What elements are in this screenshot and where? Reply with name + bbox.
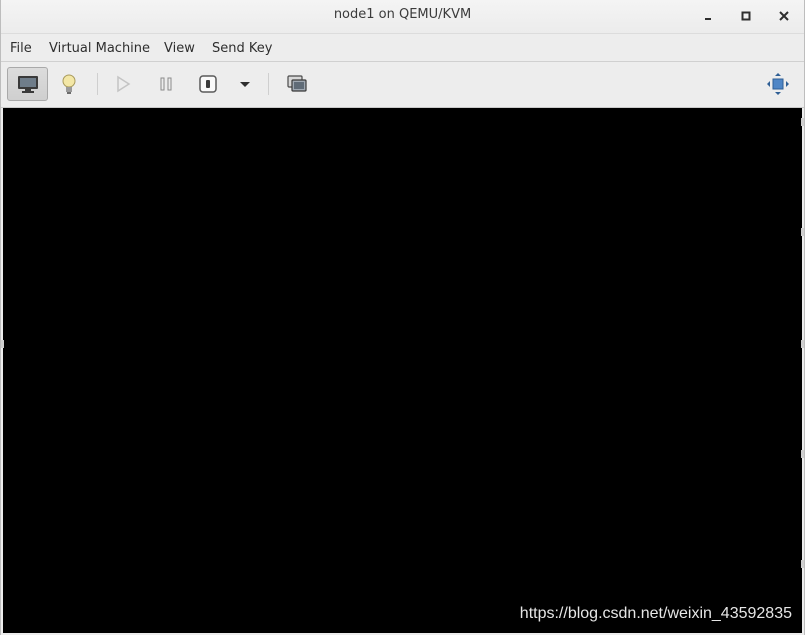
window-title: node1 on QEMU/KVM [333, 7, 472, 22]
maximize-icon[interactable] [735, 6, 757, 26]
menu-view[interactable]: View [164, 41, 195, 56]
pause-icon [160, 77, 172, 91]
monitor-icon [17, 76, 38, 93]
window-edge-mark [801, 340, 804, 348]
toolbar [1, 62, 804, 108]
window-edge-mark [1, 340, 4, 348]
snapshots-icon [287, 75, 307, 92]
shutdown-menu-button[interactable] [235, 67, 255, 101]
close-icon[interactable] [773, 6, 795, 26]
run-button[interactable] [112, 67, 134, 101]
menu-virtual-machine[interactable]: Virtual Machine [49, 41, 150, 56]
title-bar[interactable]: node1 on QEMU/KVM [1, 0, 804, 34]
lightbulb-icon [62, 74, 76, 94]
fullscreen-icon [767, 73, 789, 95]
toolbar-separator [97, 73, 98, 95]
vm-console-display[interactable]: https://blog.csdn.net/weixin_43592835 [3, 108, 802, 633]
pause-button[interactable] [155, 67, 177, 101]
watermark-text: https://blog.csdn.net/weixin_43592835 [519, 605, 792, 622]
show-console-button[interactable] [7, 67, 48, 101]
window-edge-mark [801, 228, 804, 236]
minimize-icon[interactable] [698, 6, 720, 26]
window-edge-mark [801, 560, 804, 568]
window-edge-mark [801, 450, 804, 458]
menu-file[interactable]: File [10, 41, 32, 56]
menu-bar: File Virtual Machine View Send Key [1, 34, 804, 62]
menu-send-key[interactable]: Send Key [212, 41, 272, 56]
show-details-button[interactable] [56, 67, 82, 101]
shutdown-button[interactable] [196, 67, 220, 101]
vm-viewer-window: node1 on QEMU/KVM File Virtual Machine V… [0, 0, 805, 635]
toolbar-separator [268, 73, 269, 95]
power-icon [199, 75, 217, 93]
fullscreen-button[interactable] [765, 67, 791, 101]
window-edge-mark [801, 118, 804, 126]
dropdown-arrow-icon [240, 82, 250, 87]
play-icon [117, 75, 131, 93]
snapshots-button[interactable] [284, 67, 310, 101]
